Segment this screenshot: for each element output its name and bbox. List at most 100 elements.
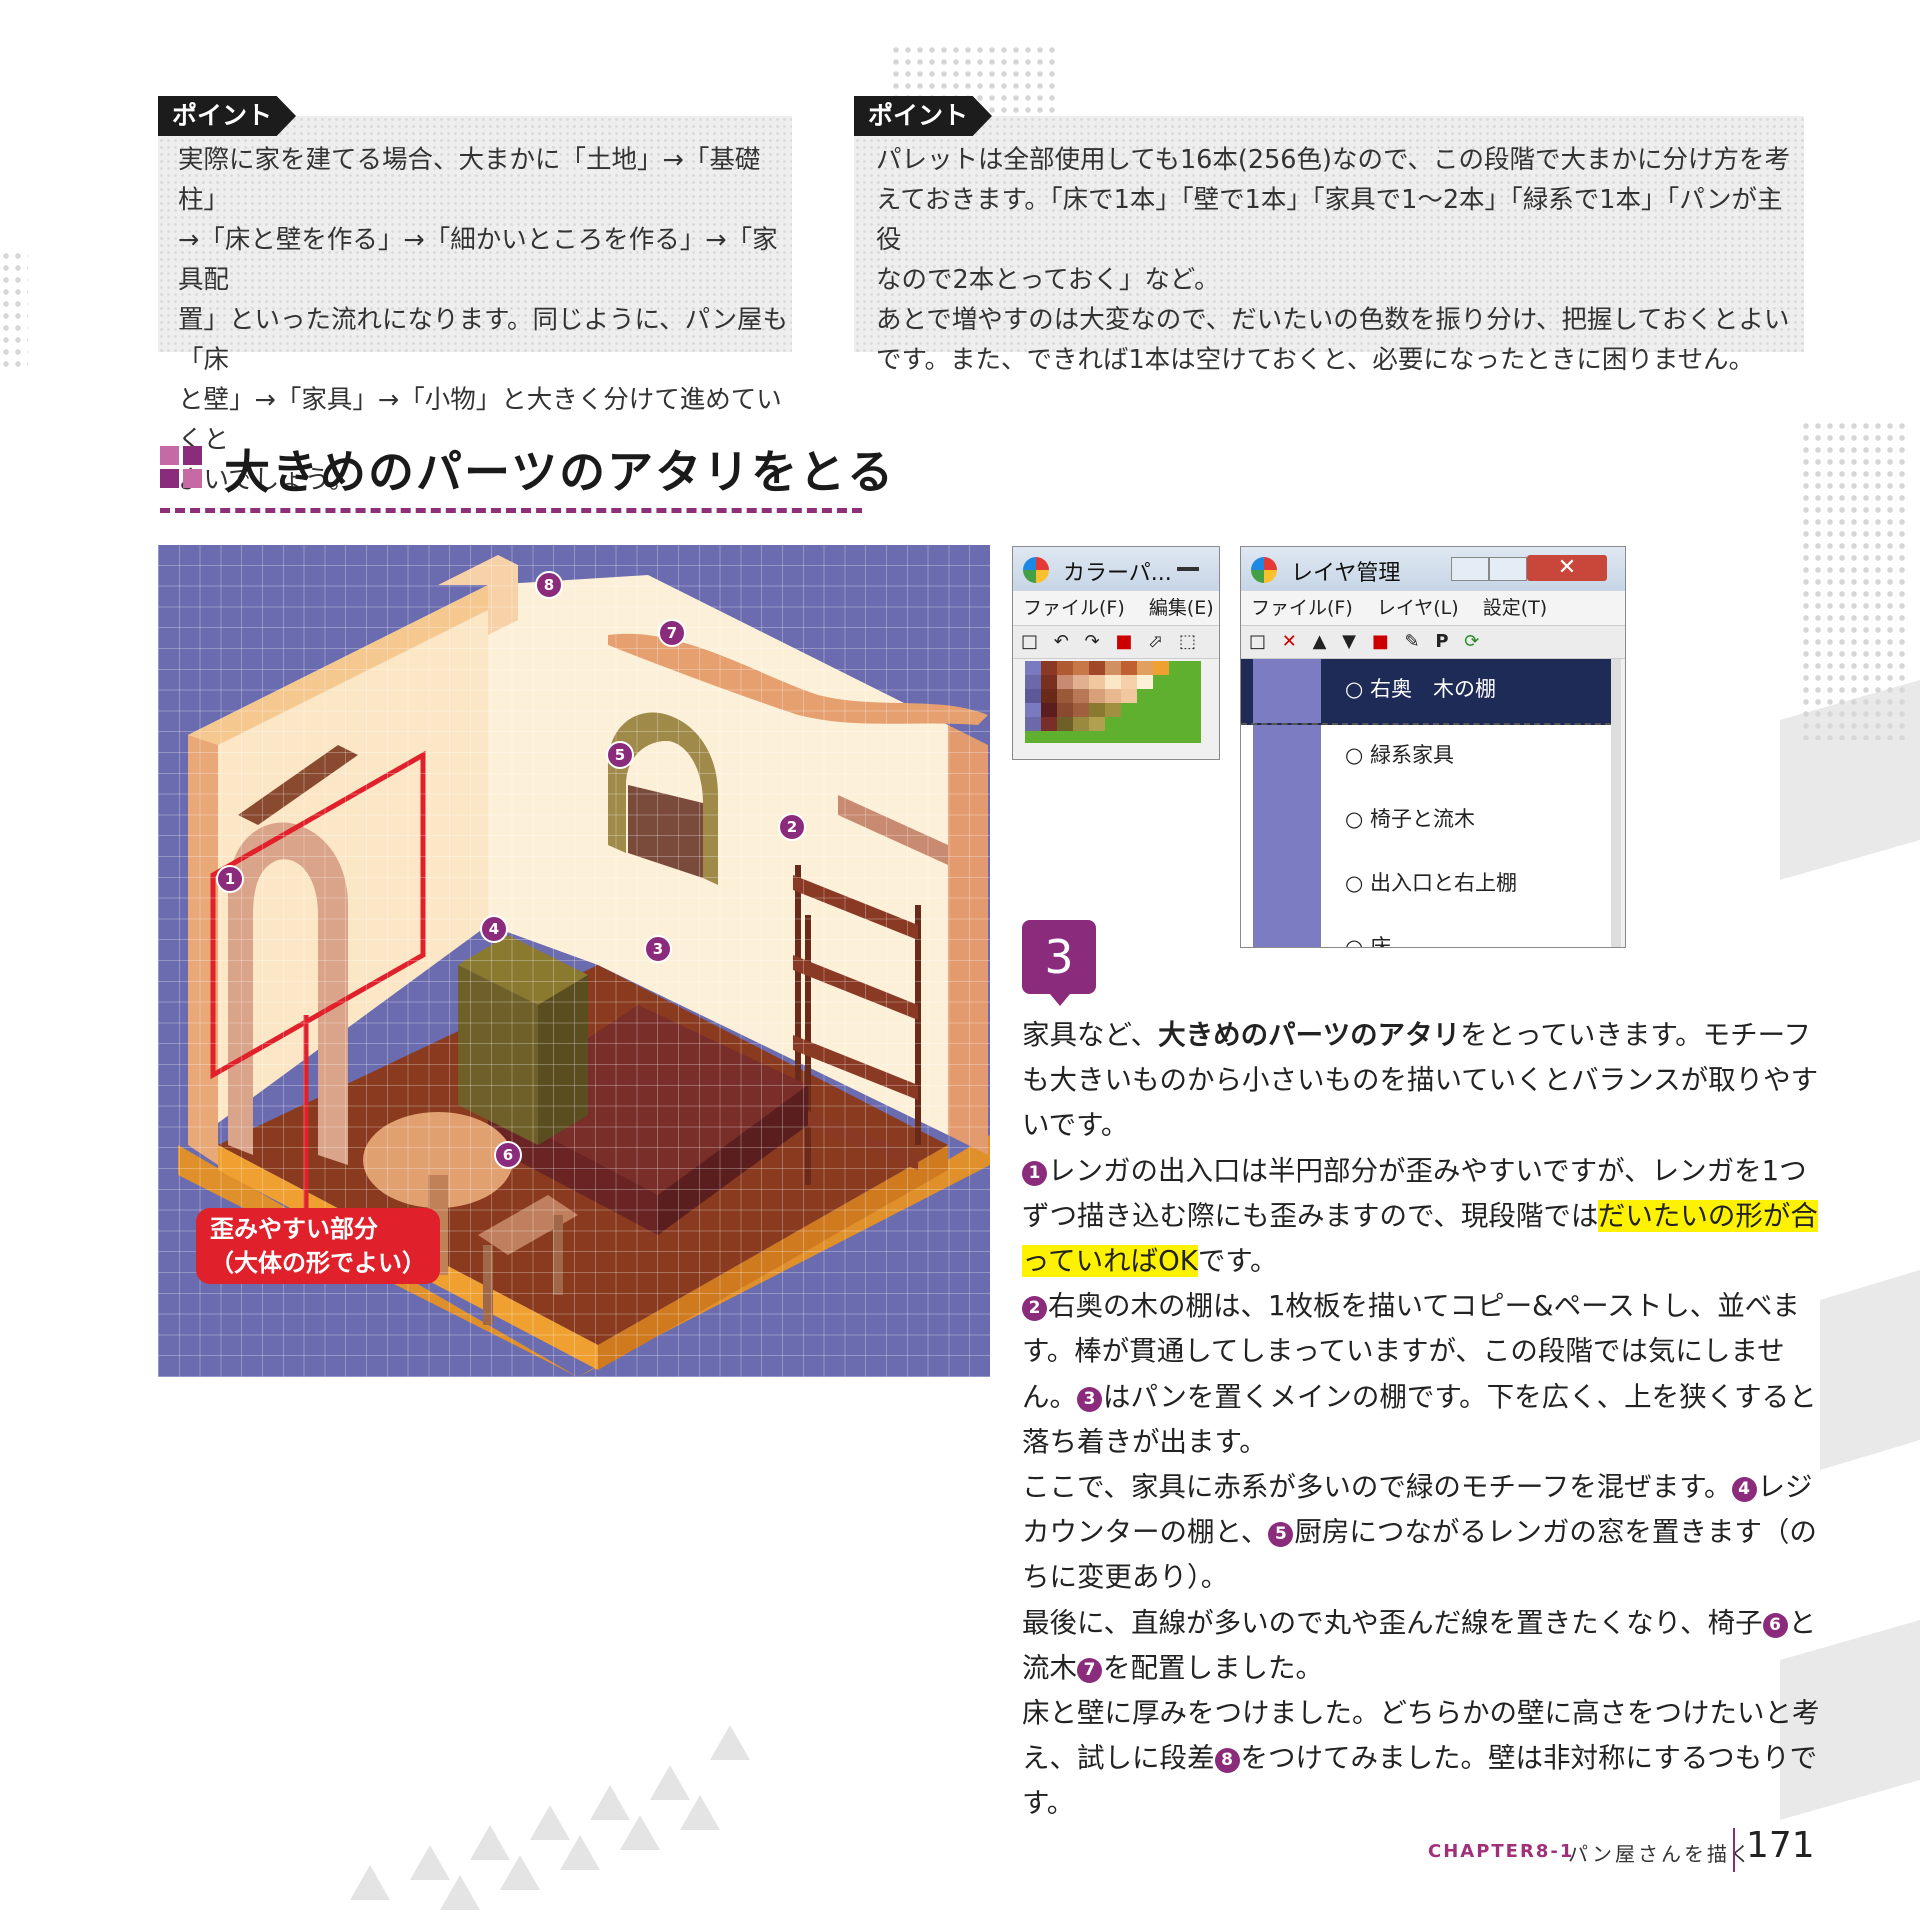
layer-list: ○ 右奥 木の棚 ○ 緑系家具 ○ 椅子と流木 ○ 出入口と右上棚 ○ 床 [1241, 659, 1621, 947]
palette-window-title: カラーパ... [1063, 561, 1172, 586]
point-line: えておきます。「床で1本」「壁で1本」「家具で1〜2本」「緑系で1本」「パンが主… [876, 185, 1783, 255]
menu-settings[interactable]: 設定(T) [1483, 597, 1547, 619]
layer-name: ○ 右奥 木の棚 [1345, 677, 1496, 701]
minimize-icon[interactable] [1451, 557, 1489, 581]
color-layer-icon[interactable]: ■ [1372, 631, 1389, 652]
layer-thumbnail [1253, 725, 1321, 789]
layer-menubar: ファイル(F) レイヤ(L) 設定(T) [1241, 591, 1625, 625]
step-body-text: 家具など、大きめのパーツのアタリをとっていきます。モチーフも大きいものから小さい… [1022, 1013, 1822, 1827]
point-line: あとで増やすのは大変なので、だいたいの色数を振り分け、把握しておくとよい [876, 305, 1790, 335]
marker-5: 5 [606, 741, 634, 769]
point-tag-right: ポイント [854, 96, 992, 136]
marker-6: 6 [494, 1141, 522, 1169]
palette-titlebar[interactable]: カラーパ... [1013, 547, 1219, 591]
text: です。 [1197, 1245, 1278, 1278]
menu-file[interactable]: ファイル(F) [1251, 597, 1353, 619]
marker-4: 4 [480, 915, 508, 943]
layer-item[interactable]: ○ 右奥 木の棚 [1241, 659, 1611, 725]
layer-item[interactable]: ○ 椅子と流木 [1241, 789, 1611, 855]
layer-name: ○ 椅子と流木 [1345, 807, 1475, 831]
layer-thumbnail [1253, 853, 1321, 917]
new-layer-icon[interactable]: □ [1249, 631, 1266, 652]
distortion-callout: 歪みやすい部分 （大体の形でよい） [196, 1208, 440, 1284]
marker-1: 1 [216, 865, 244, 893]
move-down-icon[interactable]: ▼ [1342, 631, 1356, 652]
menu-file[interactable]: ファイル(F) [1023, 597, 1125, 619]
point-line: パレットは全部使用しても16本(256色)なので、この段階で大まかに分け方を考 [876, 145, 1790, 175]
heading-squares-icon [160, 446, 202, 488]
layer-name: ○ 緑系家具 [1345, 743, 1454, 767]
minimize-icon[interactable] [1177, 567, 1199, 571]
palette-swatch-grid[interactable] [1013, 659, 1219, 759]
section-title: 大きめのパーツのアタリをとる [224, 445, 896, 499]
footer-title: パン屋さんを描く [1568, 1842, 1753, 1866]
marker-2: 2 [778, 813, 806, 841]
footer-chapter: CHAPTER8-1 [1428, 1841, 1575, 1862]
point-line: →「床と壁を作る」→「細かいところを作る」→「家具配 [178, 225, 778, 295]
text: ここで、家具に赤系が多いので緑のモチーフを混ぜます。 [1022, 1471, 1732, 1504]
circled-number: 6 [1762, 1612, 1788, 1638]
decor-dots-left [0, 250, 28, 370]
text: はパンを置くメインの棚です。下を広く、上を狭くすると落ち着きが出ます。 [1022, 1380, 1817, 1458]
layer-thumbnail [1253, 789, 1321, 853]
undo-icon[interactable]: ↶ [1054, 631, 1069, 652]
section-title-rule [160, 508, 862, 513]
properties-icon[interactable]: P [1435, 631, 1448, 652]
circled-number: 3 [1077, 1386, 1102, 1412]
select-rect-icon[interactable]: ⬚ [1179, 631, 1196, 652]
circled-number: 2 [1022, 1296, 1047, 1322]
callout-line: （大体の形でよい） [210, 1249, 426, 1277]
redo-icon[interactable]: ↷ [1085, 631, 1100, 652]
body-paragraph: ここで、家具に赤系が多いので緑のモチーフを混ぜます。 4 レジカウンターの棚と、 5 厨… [1022, 1465, 1822, 1601]
refresh-icon[interactable]: ⟳ [1464, 631, 1479, 652]
circled-number: 5 [1268, 1522, 1294, 1548]
layer-name: ○ 床 [1345, 935, 1391, 947]
footer-divider [1733, 1828, 1735, 1872]
color-swap-icon[interactable]: ■ [1115, 631, 1132, 652]
circled-number: 7 [1077, 1657, 1102, 1683]
maximize-icon[interactable] [1489, 557, 1527, 581]
bold-text: 大きめのパーツのアタリ [1158, 1019, 1461, 1051]
layer-toolbar: □ ✕ ▲ ▼ ■ ✎ P ⟳ [1241, 625, 1625, 659]
text: 最後に、直線が多いので丸や歪んだ線を置きたくなり、椅子 [1022, 1606, 1763, 1639]
layer-thumbnail [1253, 917, 1321, 947]
marker-8: 8 [535, 571, 563, 599]
edit-layer-icon[interactable]: ✎ [1404, 631, 1419, 652]
point-tag-left: ポイント [158, 96, 296, 136]
menu-layer[interactable]: レイヤ(L) [1377, 597, 1459, 619]
palette-menubar: ファイル(F) 編集(E) [1013, 591, 1219, 625]
layer-thumbnail [1253, 659, 1321, 723]
layer-name: ○ 出入口と右上棚 [1345, 871, 1517, 895]
layer-window-title: レイヤ管理 [1291, 561, 1401, 586]
body-paragraph: 家具など、大きめのパーツのアタリをとっていきます。モチーフも大きいものから小さい… [1022, 1013, 1822, 1149]
marker-3: 3 [644, 935, 672, 963]
point-line: 置」といった流れになります。同じように、パン屋も「床 [178, 305, 788, 375]
point-line: なので2本とっておく」など。 [876, 265, 1220, 295]
layer-item[interactable]: ○ 緑系家具 [1241, 725, 1611, 791]
layer-item[interactable]: ○ 床 [1241, 917, 1611, 947]
layer-item[interactable]: ○ 出入口と右上棚 [1241, 853, 1611, 919]
page-number: 171 [1746, 1825, 1815, 1866]
body-paragraph: 1 レンガの出入口は半円部分が歪みやすいですが、レンガを1つずつ描き込む際にも歪み… [1022, 1149, 1822, 1285]
app-icon [1251, 557, 1277, 583]
new-icon[interactable]: □ [1021, 631, 1038, 652]
close-icon[interactable]: ✕ [1527, 555, 1607, 581]
decor-triangles-left [350, 1725, 750, 1910]
pixel-room-canvas: 8 7 5 2 1 4 3 6 歪みやすい部分 （大体の形でよい） [158, 545, 990, 1377]
point-line: です。また、できれば1本は空けておくと、必要になったときに困りません。 [876, 345, 1755, 375]
layer-window: レイヤ管理 ✕ ファイル(F) レイヤ(L) 設定(T) □ ✕ ▲ ▼ ■ ✎… [1240, 546, 1626, 948]
menu-edit[interactable]: 編集(E) [1149, 597, 1214, 619]
body-paragraph: 最後に、直線が多いので丸や歪んだ線を置きたくなり、椅子 6 と流木 7 を配置しました。 [1022, 1601, 1822, 1691]
step-number-badge: 3 [1022, 920, 1096, 1006]
point-text-right: パレットは全部使用しても16本(256色)なので、この段階で大まかに分け方を考 … [876, 140, 1802, 380]
move-up-icon[interactable]: ▲ [1313, 631, 1327, 652]
palette-toolbar: □ ↶ ↷ ■ ⬀ ⬚ [1013, 625, 1219, 659]
body-paragraph: 床と壁に厚みをつけました。どちらかの壁に高さをつけたいと考え、試しに段差 8 をつけ… [1022, 1691, 1822, 1827]
circled-number: 4 [1731, 1477, 1757, 1503]
app-icon [1023, 557, 1049, 583]
text: 家具など、 [1022, 1019, 1159, 1051]
select-arrow-icon[interactable]: ⬀ [1148, 631, 1163, 652]
circled-number: 8 [1214, 1748, 1240, 1774]
delete-layer-icon[interactable]: ✕ [1282, 631, 1297, 652]
layer-titlebar[interactable]: レイヤ管理 ✕ [1241, 547, 1625, 591]
